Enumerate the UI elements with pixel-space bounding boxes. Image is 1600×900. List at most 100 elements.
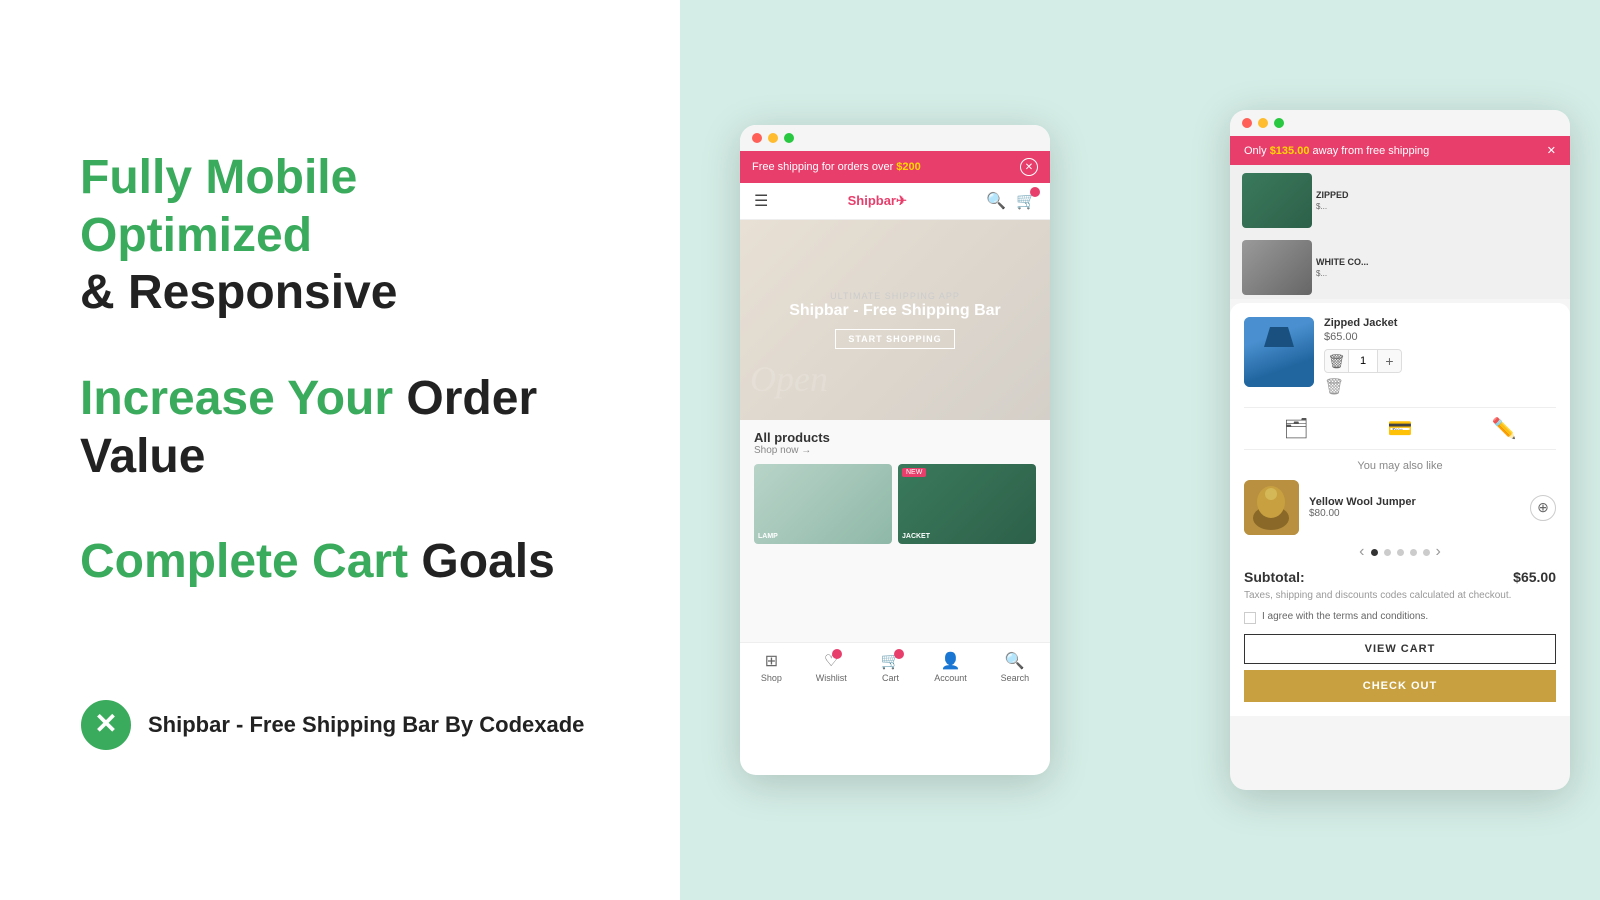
dots-navigation: ‹ › xyxy=(1244,543,1556,561)
wishlist-badge xyxy=(832,649,842,659)
hamburger-icon[interactable]: ☰ xyxy=(754,191,768,211)
left-shipping-bar: Free shipping for orders over $200 ✕ xyxy=(740,151,1050,183)
bg-zipped-price: $... xyxy=(1316,202,1558,211)
left-shipping-close[interactable]: ✕ xyxy=(1020,158,1038,176)
window-chrome-left xyxy=(740,125,1050,151)
left-nav-bar: ☰ Shipbar✈ 🔍 🛒 xyxy=(740,183,1050,220)
dot-2[interactable] xyxy=(1384,549,1391,556)
bottom-nav-cart[interactable]: 🛒 Cart xyxy=(881,651,901,683)
also-like-price: $80.00 xyxy=(1309,508,1520,519)
cart-action-icon-3[interactable]: ✏️ xyxy=(1492,416,1517,441)
bottom-nav-cart-label: Cart xyxy=(882,673,899,683)
prev-arrow[interactable]: ‹ xyxy=(1359,543,1364,561)
dot-green-right xyxy=(1274,118,1284,128)
bottom-nav-account-label: Account xyxy=(934,673,967,683)
bg-item-white xyxy=(1242,240,1312,295)
qty-decrease-button[interactable]: 🗑 xyxy=(1325,350,1349,372)
bottom-nav-wishlist-label: Wishlist xyxy=(816,673,847,683)
headline-2-green: Increase Your xyxy=(80,372,393,425)
hero-area: Ultimate shipping app Shipbar - Free Shi… xyxy=(740,220,1050,420)
bottom-nav-shop-label: Shop xyxy=(761,673,782,683)
dot-4[interactable] xyxy=(1410,549,1417,556)
bottom-nav-search-label: Search xyxy=(1001,673,1030,683)
brand-name: Shipbar - Free Shipping Bar By Codexade xyxy=(148,712,584,738)
also-like-title: You may also like xyxy=(1244,460,1556,472)
dot-1[interactable] xyxy=(1371,549,1378,556)
cart-shipping-close[interactable]: ✕ xyxy=(1547,144,1556,157)
device-right: Only $135.00 away from free shipping ✕ Z… xyxy=(1230,110,1570,790)
bg-white-price: $... xyxy=(1316,269,1558,278)
next-arrow[interactable]: › xyxy=(1436,543,1441,561)
product-thumb-1[interactable]: LAMP xyxy=(754,464,892,544)
qty-value: 1 xyxy=(1349,355,1377,367)
delete-button[interactable]: 🗑 xyxy=(1324,377,1556,397)
dot-red-left xyxy=(752,133,762,143)
cart-action-icon-2[interactable]: 💳 xyxy=(1388,416,1413,441)
also-like-image xyxy=(1244,480,1299,535)
headline-2: Increase Your Order Value xyxy=(80,370,600,485)
left-nav-icons: 🔍 🛒 xyxy=(986,191,1036,211)
cart-item-info: Zipped Jacket $65.00 🗑 1 + 🗑 xyxy=(1324,317,1556,397)
products-header: All products xyxy=(754,430,1036,445)
device-left: Free shipping for orders over $200 ✕ ☰ S… xyxy=(740,125,1050,775)
terms-text: I agree with the terms and conditions. xyxy=(1262,611,1428,622)
dot-5[interactable] xyxy=(1423,549,1430,556)
left-shipping-text: Free shipping for orders over $200 xyxy=(752,161,921,173)
window-chrome-right xyxy=(1230,110,1570,136)
subtotal-row: Subtotal: $65.00 xyxy=(1244,569,1556,585)
cart-count-badge xyxy=(894,649,904,659)
qty-increase-button[interactable]: + xyxy=(1377,350,1401,372)
bg-white-label: WHITE CO... xyxy=(1316,257,1558,267)
bottom-nav-account[interactable]: 👤 Account xyxy=(934,651,967,683)
cart-badge xyxy=(1030,187,1040,197)
headline-3-black: Goals xyxy=(421,535,554,588)
headline-1-black: & Responsive xyxy=(80,266,397,319)
cart-icon-wrapper[interactable]: 🛒 xyxy=(1016,191,1036,211)
account-icon: 👤 xyxy=(941,651,961,671)
quantity-control: 🗑 1 + xyxy=(1324,349,1402,373)
bottom-nav: ⊞ Shop ♡ Wishlist 🛒 Cart 👤 Account xyxy=(740,642,1050,687)
hero-subtitle: Ultimate shipping app xyxy=(789,291,1001,301)
hero-content: Ultimate shipping app Shipbar - Free Shi… xyxy=(789,291,1001,350)
shop-icon: ⊞ xyxy=(765,651,778,671)
cart-item-name: Zipped Jacket xyxy=(1324,317,1556,329)
cart-action-icon-1[interactable]: 🗂 xyxy=(1283,416,1308,441)
dot-3[interactable] xyxy=(1397,549,1404,556)
headline-3-green: Complete Cart xyxy=(80,535,408,588)
search-icon[interactable]: 🔍 xyxy=(986,191,1006,211)
dot-green-left xyxy=(784,133,794,143)
checkout-button[interactable]: CHECK OUT xyxy=(1244,670,1556,702)
also-like-add-button[interactable]: ⊕ xyxy=(1530,495,1556,521)
bg-item-jacket xyxy=(1242,173,1312,228)
cart-item-row: Zipped Jacket $65.00 🗑 1 + 🗑 xyxy=(1244,317,1556,397)
dot-yellow-left xyxy=(768,133,778,143)
bottom-nav-shop[interactable]: ⊞ Shop xyxy=(761,651,782,683)
headline-1-green: Fully Mobile Optimized xyxy=(80,151,357,262)
cart-item-price: $65.00 xyxy=(1324,331,1556,343)
cart-shipping-text: Only $135.00 away from free shipping xyxy=(1244,145,1429,157)
bottom-nav-search[interactable]: 🔍 Search xyxy=(1001,651,1030,683)
wool-jumper-svg xyxy=(1244,480,1299,535)
dot-red-right xyxy=(1242,118,1252,128)
cart-shipping-bar: Only $135.00 away from free shipping ✕ xyxy=(1230,136,1570,165)
wishlist-icon-wrapper: ♡ xyxy=(824,651,838,671)
hero-bg-text: Open xyxy=(750,358,828,400)
cart-item-image xyxy=(1244,317,1314,387)
hero-title: Shipbar - Free Shipping Bar xyxy=(789,301,1001,322)
terms-checkbox[interactable] xyxy=(1244,612,1256,624)
products-grid: LAMP NEW JACKET xyxy=(754,464,1036,544)
terms-row: I agree with the terms and conditions. xyxy=(1244,611,1556,624)
hero-start-shopping-button[interactable]: START SHOPPING xyxy=(835,329,954,349)
bg-zipped-label: ZIPPED xyxy=(1316,190,1558,200)
search-icon-bottom: 🔍 xyxy=(1005,651,1025,671)
product-label-2: JACKET xyxy=(902,533,930,540)
left-panel: Fully Mobile Optimized & Responsive Incr… xyxy=(0,0,680,900)
cart-icon-bottom-wrapper: 🛒 xyxy=(881,651,901,671)
right-panel: Free shipping for orders over $200 ✕ ☰ S… xyxy=(680,0,1600,900)
products-sub[interactable]: Shop now → xyxy=(754,445,1036,456)
brand-row: ✕ Shipbar - Free Shipping Bar By Codexad… xyxy=(80,699,600,751)
also-like-name: Yellow Wool Jumper xyxy=(1309,496,1520,508)
view-cart-button[interactable]: VIEW CART xyxy=(1244,634,1556,664)
bottom-nav-wishlist[interactable]: ♡ Wishlist xyxy=(816,651,847,683)
product-thumb-2[interactable]: NEW JACKET xyxy=(898,464,1036,544)
